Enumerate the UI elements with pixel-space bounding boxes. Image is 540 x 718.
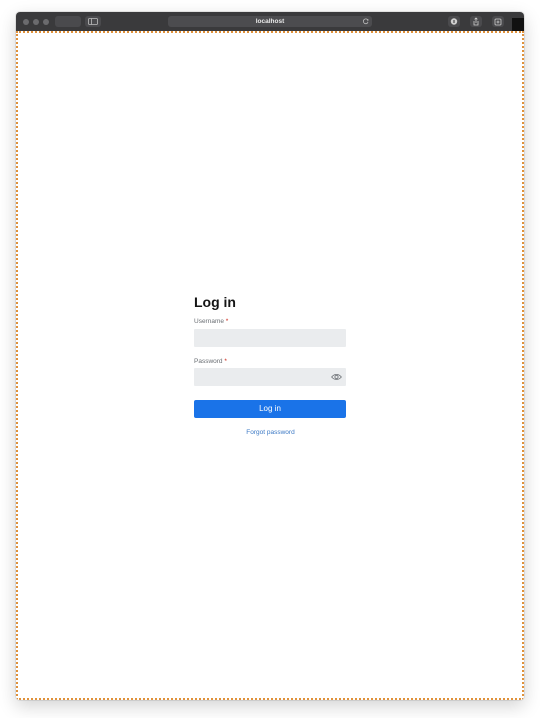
close-window-button[interactable] — [23, 19, 29, 25]
privacy-report-button[interactable] — [448, 16, 460, 27]
window-corner — [512, 18, 524, 31]
required-marker: * — [225, 318, 229, 325]
password-label: Password * — [194, 357, 347, 366]
minimize-window-button[interactable] — [33, 19, 39, 25]
forgot-password-link[interactable]: Forgot password — [194, 428, 347, 438]
new-tab-icon — [494, 18, 502, 26]
reload-icon[interactable] — [362, 16, 370, 27]
username-input[interactable] — [194, 329, 346, 347]
zoom-window-button[interactable] — [43, 19, 49, 25]
required-marker: * — [224, 358, 227, 365]
password-input[interactable] — [194, 368, 346, 386]
username-label-text: Username — [194, 318, 224, 325]
sidebar-toggle-button[interactable] — [85, 16, 101, 27]
password-field — [194, 368, 346, 386]
eye-icon[interactable] — [331, 373, 342, 381]
browser-toolbar: localhost — [16, 12, 524, 32]
share-button[interactable] — [470, 16, 482, 27]
privacy-icon — [450, 18, 458, 25]
address-text: localhost — [255, 18, 285, 25]
login-button[interactable]: Log in — [194, 400, 346, 418]
sidebar-icon — [88, 18, 98, 25]
share-icon — [473, 17, 479, 26]
browser-window: localhost Log in Username * Password * L… — [16, 12, 524, 700]
address-bar[interactable]: localhost — [168, 16, 372, 27]
login-form: Log in Username * Password * Log in Forg… — [194, 293, 347, 438]
password-label-text: Password — [194, 358, 223, 365]
page-viewport: Log in Username * Password * Log in Forg… — [16, 31, 524, 700]
username-label: Username * — [194, 317, 347, 326]
page-title: Log in — [194, 294, 236, 310]
back-forward-buttons[interactable] — [55, 16, 81, 27]
new-tab-button[interactable] — [492, 16, 504, 27]
